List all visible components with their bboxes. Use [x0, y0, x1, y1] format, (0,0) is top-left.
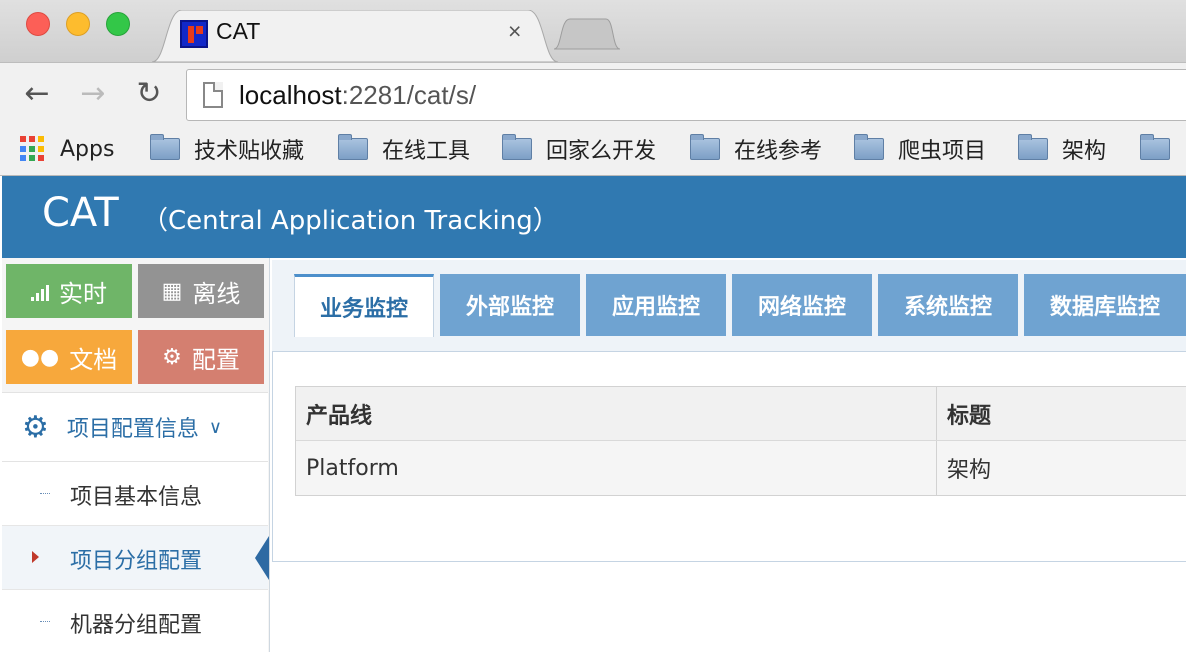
forward-arrow-icon[interactable]: →: [76, 77, 110, 111]
tab-business-monitor[interactable]: 业务监控: [294, 274, 434, 337]
folder-icon: [338, 134, 368, 160]
docs-button[interactable]: ●● 文档: [6, 330, 132, 384]
menu-item-label: 项目基本信息: [70, 485, 203, 510]
table-row[interactable]: Platform 架构: [296, 441, 1186, 495]
bookmark-folder[interactable]: 回家么开发: [502, 134, 656, 164]
realtime-button[interactable]: 实时: [6, 264, 132, 318]
url-host: localhost: [239, 80, 342, 110]
menu-item-project-group-config[interactable]: 项目分组配置: [2, 526, 269, 590]
tab-label: 系统监控: [903, 295, 992, 320]
bookmark-label: 在线工具: [382, 139, 471, 164]
minimize-window-button[interactable]: [66, 12, 90, 36]
shortcut-label: 文档: [69, 345, 118, 374]
tab-network-monitor[interactable]: 网络监控: [732, 274, 872, 336]
shortcut-label: 配置: [191, 345, 240, 374]
tab-pane: 产品线 标题 Platform 架构: [272, 352, 1186, 562]
cat-favicon-icon: [180, 20, 208, 48]
tab-label: 数据库监控: [1049, 295, 1160, 320]
tab-label: 业务监控: [319, 297, 408, 322]
menu-item-label: 项目分组配置: [70, 549, 203, 574]
bookmark-folder[interactable]: 架构: [1018, 134, 1106, 164]
bookmark-label: 回家么开发: [546, 139, 657, 164]
tree-dash: [40, 493, 50, 494]
product-line-table: 产品线 标题 Platform 架构: [295, 386, 1186, 496]
address-bar[interactable]: localhost:2281/cat/s/: [186, 69, 1186, 121]
tab-app-monitor[interactable]: 应用监控: [586, 274, 726, 336]
shortcut-label: 实时: [59, 279, 107, 308]
folder-icon: [150, 134, 180, 160]
bookmark-label: 技术贴收藏: [194, 139, 305, 164]
bookmarks-bar: Apps 技术贴收藏 在线工具 回家么开发 在线参考 爬虫项目 架构: [0, 126, 1186, 176]
active-indicator-icon: [255, 536, 269, 580]
brand-logo-text[interactable]: CAT: [42, 190, 119, 236]
caret-right-icon: [32, 551, 39, 563]
bookmark-label: 在线参考: [734, 139, 823, 164]
tab-database-monitor[interactable]: 数据库监控: [1024, 274, 1186, 336]
config-button[interactable]: ⚙ 配置: [138, 330, 264, 384]
bookmark-folder-partial[interactable]: [1140, 134, 1184, 164]
web-page: CAT （Central Application Tracking） 实时 ▦ …: [2, 176, 1186, 652]
tab-label: 应用监控: [611, 295, 700, 320]
folder-icon: [1018, 134, 1048, 160]
app-header: CAT （Central Application Tracking）: [2, 176, 1186, 258]
folder-icon: [502, 134, 532, 160]
table-header-row: 产品线 标题: [296, 387, 1186, 441]
column-header-title: 标题: [947, 403, 992, 429]
main-content: 业务监控 外部监控 应用监控 网络监控 系统监控 数据库监控 产品线 标题 Pl…: [272, 260, 1186, 562]
tab-close-icon[interactable]: ×: [508, 18, 521, 45]
bookmark-label: 架构: [1062, 139, 1107, 164]
sidebar: 实时 ▦ 离线 ●● 文档 ⚙ 配置 ⚙ 项目配置信息 ∨ 项目基本信息 项目分…: [2, 258, 270, 652]
bookmark-label: Apps: [60, 136, 115, 162]
browser-tab[interactable]: CAT ×: [152, 10, 558, 62]
bookmark-label: 爬虫项目: [898, 139, 987, 164]
page-icon: [203, 82, 223, 108]
folder-icon: [690, 134, 720, 160]
brand-subtitle: （Central Application Tracking）: [142, 206, 559, 236]
chevron-down-icon: ∨: [208, 416, 223, 438]
table-cell-product-line: Platform: [296, 441, 937, 495]
bookmark-folder[interactable]: 在线参考: [690, 134, 822, 164]
menu-project-config[interactable]: ⚙ 项目配置信息 ∨: [2, 392, 268, 462]
tab-system-monitor[interactable]: 系统监控: [878, 274, 1018, 336]
shortcut-label: 离线: [192, 279, 241, 308]
monitor-tabs: 业务监控 外部监控 应用监控 网络监控 系统监控 数据库监控: [272, 260, 1186, 352]
tree-dash: [40, 621, 50, 622]
menu-parent-label: 项目配置信息: [66, 417, 199, 442]
folder-icon: [1140, 134, 1170, 160]
gears-icon: ⚙: [22, 409, 49, 445]
maximize-window-button[interactable]: [106, 12, 130, 36]
tab-shape: [152, 10, 558, 62]
menu-item-project-basic-info[interactable]: 项目基本信息: [2, 462, 268, 526]
film-icon: ▦: [161, 278, 183, 304]
bookmark-folder[interactable]: 在线工具: [338, 134, 470, 164]
menu-item-label: 机器分组配置: [70, 613, 203, 638]
browser-toolbar: ← → ↻ localhost:2281/cat/s/: [0, 62, 1186, 126]
menu-item-machine-group-config[interactable]: 机器分组配置: [2, 590, 268, 652]
reload-icon[interactable]: ↻: [132, 77, 166, 111]
tab-label: 外部监控: [465, 295, 554, 320]
url-path: :2281/cat/s/: [341, 80, 477, 110]
column-header-product-line: 产品线: [296, 387, 937, 440]
bookmark-folder[interactable]: 爬虫项目: [854, 134, 986, 164]
new-tab-button[interactable]: [554, 18, 620, 50]
tab-title: CAT: [216, 18, 261, 44]
close-window-button[interactable]: [26, 12, 50, 36]
offline-button[interactable]: ▦ 离线: [138, 264, 264, 318]
table-cell-title: 架构: [947, 458, 992, 483]
back-arrow-icon[interactable]: ←: [20, 77, 54, 111]
apps-grid-icon: [20, 136, 46, 162]
tab-label: 网络监控: [757, 295, 846, 320]
signal-bars-icon: [31, 281, 49, 301]
bookmark-apps[interactable]: Apps: [20, 134, 114, 164]
url-text[interactable]: localhost:2281/cat/s/: [239, 80, 476, 111]
tab-external-monitor[interactable]: 外部监控: [440, 274, 580, 336]
gears-icon: ⚙: [162, 344, 182, 370]
users-icon: ●●: [20, 344, 60, 370]
browser-tab-bar: CAT ×: [0, 0, 1186, 62]
folder-icon: [854, 134, 884, 160]
bookmark-folder[interactable]: 技术贴收藏: [150, 134, 304, 164]
